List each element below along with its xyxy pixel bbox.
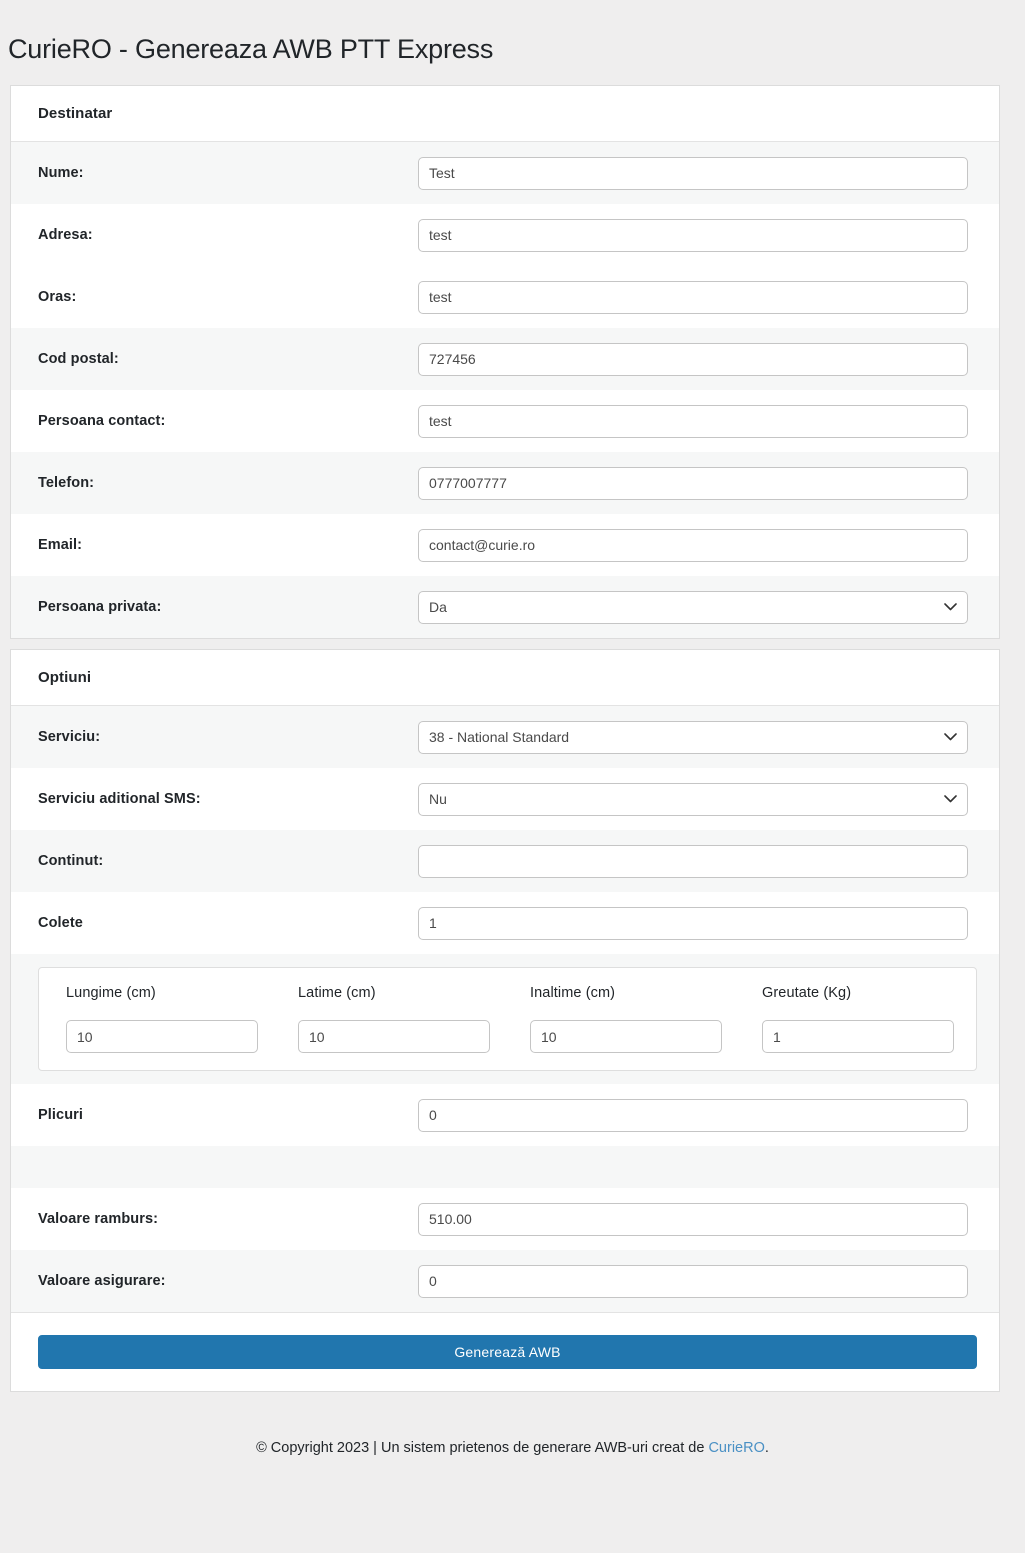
dimensiuni-row: Lungime (cm) Latime (cm) Inaltime (cm) G… — [11, 954, 999, 1085]
persoana-contact-input[interactable] — [418, 404, 968, 438]
lungime-input[interactable] — [66, 1020, 258, 1054]
header-inaltime: Inaltime (cm) — [530, 985, 616, 1002]
dimensiuni-col-greutate: Greutate (Kg) — [735, 985, 967, 1054]
field-valoare-ramburs — [418, 1202, 977, 1236]
footer-text-after: . — [764, 1440, 769, 1457]
footer: © Copyright 2023 | Un sistem prietenos d… — [0, 1392, 1025, 1456]
dimensiuni-col-lungime: Lungime (cm) — [39, 985, 271, 1054]
field-colete — [418, 906, 977, 940]
oras-input[interactable] — [418, 280, 968, 314]
field-oras — [418, 280, 977, 314]
chevron-down-icon — [944, 722, 957, 753]
dimensiuni-col-inaltime: Inaltime (cm) — [503, 985, 735, 1054]
header-lungime: Lungime (cm) — [66, 985, 156, 1002]
label-continut: Continut: — [38, 853, 104, 870]
genereaza-awb-button[interactable]: Generează AWB — [38, 1335, 977, 1370]
form-row-valoare-ramburs: Valoare ramburs: — [11, 1188, 999, 1251]
label-plicuri: Plicuri — [38, 1107, 84, 1124]
field-telefon — [418, 466, 977, 500]
form-row-plicuri: Plicuri — [11, 1084, 999, 1147]
label-persoana-privata: Persoana privata: — [38, 599, 162, 616]
form-row-oras: Oras: — [11, 266, 999, 329]
header-latime: Latime (cm) — [298, 985, 376, 1002]
serviciu-sms-selected-value: Nu — [429, 790, 447, 807]
footer-curiero-link[interactable]: CurieRO — [708, 1440, 764, 1456]
optiuni-section-header: Optiuni — [11, 650, 999, 707]
form-row-cod-postal: Cod postal: — [11, 328, 999, 391]
footer-text-before: © Copyright 2023 | Un sistem prietenos d… — [256, 1440, 709, 1457]
form-row-continut: Continut: — [11, 830, 999, 893]
valoare-ramburs-input[interactable] — [418, 1202, 968, 1236]
dimensiuni-col-latime: Latime (cm) — [271, 985, 503, 1054]
label-adresa: Adresa: — [38, 227, 93, 244]
persoana-privata-select[interactable]: Da — [418, 590, 968, 624]
submit-area: Generează AWB — [11, 1312, 999, 1392]
continut-input[interactable] — [418, 844, 968, 878]
destinatar-card: Destinatar Nume: Adresa: Oras: Cod posta… — [10, 85, 1000, 640]
greutate-input[interactable] — [762, 1020, 954, 1054]
field-continut — [418, 844, 977, 878]
form-row-colete: Colete — [11, 892, 999, 955]
field-cod-postal — [418, 342, 977, 376]
label-serviciu-sms: Serviciu aditional SMS: — [38, 791, 201, 808]
serviciu-selected-value: 38 - National Standard — [429, 728, 570, 745]
chevron-down-icon — [944, 784, 957, 815]
serviciu-sms-select[interactable]: Nu — [418, 782, 968, 816]
label-oras: Oras: — [38, 289, 77, 306]
form-row-persoana-contact: Persoana contact: — [11, 390, 999, 453]
form-row-telefon: Telefon: — [11, 452, 999, 515]
header-greutate: Greutate (Kg) — [762, 985, 852, 1002]
field-serviciu-sms: Nu — [418, 782, 977, 816]
plicuri-input[interactable] — [418, 1098, 968, 1132]
label-email: Email: — [38, 537, 83, 554]
label-telefon: Telefon: — [38, 475, 95, 492]
latime-input[interactable] — [298, 1020, 490, 1054]
label-valoare-ramburs: Valoare ramburs: — [38, 1211, 159, 1228]
field-valoare-asigurare — [418, 1264, 977, 1298]
field-adresa — [418, 218, 977, 252]
email-input[interactable] — [418, 528, 968, 562]
label-valoare-asigurare: Valoare asigurare: — [38, 1273, 166, 1290]
spacer-row — [11, 1146, 999, 1189]
valoare-asigurare-input[interactable] — [418, 1264, 968, 1298]
form-row-serviciu: Serviciu: 38 - National Standard — [11, 706, 999, 769]
page-title: CurieRO - Genereaza AWB PTT Express — [8, 34, 494, 65]
colete-input[interactable] — [418, 906, 968, 940]
field-email — [418, 528, 977, 562]
app-root: CurieRO - Genereaza AWB PTT Express Dest… — [0, 18, 1025, 1456]
inaltime-input[interactable] — [530, 1020, 722, 1054]
cod-postal-input[interactable] — [418, 342, 968, 376]
form-row-serviciu-sms: Serviciu aditional SMS: Nu — [11, 768, 999, 831]
label-persoana-contact: Persoana contact: — [38, 413, 166, 430]
form-row-persoana-privata: Persoana privata: Da — [11, 576, 999, 639]
nume-input[interactable] — [418, 156, 968, 190]
form-row-email: Email: — [11, 514, 999, 577]
field-plicuri — [418, 1098, 977, 1132]
form-row-valoare-asigurare: Valoare asigurare: — [11, 1250, 999, 1313]
form-row-adresa: Adresa: — [11, 204, 999, 267]
label-colete: Colete — [38, 915, 83, 932]
chevron-down-icon — [944, 592, 957, 623]
field-serviciu: 38 - National Standard — [418, 720, 977, 754]
label-serviciu: Serviciu: — [38, 729, 101, 746]
optiuni-card: Optiuni Serviciu: 38 - National Standard… — [10, 649, 1000, 1393]
adresa-input[interactable] — [418, 218, 968, 252]
field-nume — [418, 156, 977, 190]
dimensiuni-panel: Lungime (cm) Latime (cm) Inaltime (cm) G… — [38, 967, 977, 1072]
form-row-nume: Nume: — [11, 142, 999, 205]
persoana-privata-selected-value: Da — [429, 598, 447, 615]
field-persoana-contact — [418, 404, 977, 438]
serviciu-select[interactable]: 38 - National Standard — [418, 720, 968, 754]
label-nume: Nume: — [38, 165, 84, 182]
label-cod-postal: Cod postal: — [38, 351, 119, 368]
telefon-input[interactable] — [418, 466, 968, 500]
field-persoana-privata: Da — [418, 590, 977, 624]
destinatar-section-header: Destinatar — [11, 86, 999, 143]
